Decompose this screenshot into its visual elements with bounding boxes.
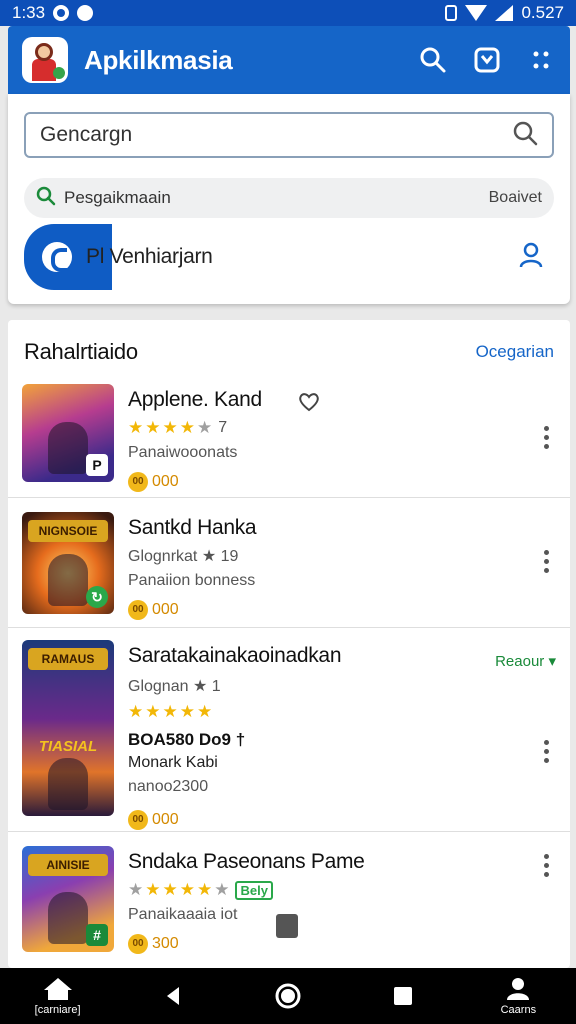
signal-icon	[495, 5, 514, 21]
app-name: Saratakainakaoinadkan	[128, 644, 342, 667]
list-item[interactable]: P Applene. Kand ★★★★★ 7 Panaiwooonats 00…	[8, 384, 570, 498]
star-rating-icon: ★★★★★	[128, 702, 215, 721]
thumbnail-banner: RAMAUS	[28, 648, 108, 670]
nav-home[interactable]: [carniare]	[18, 976, 98, 1016]
search-suggestion[interactable]: Pesgaikmaain Boaivet	[24, 178, 554, 218]
app-subtitle: Panaiion bonness	[128, 572, 256, 589]
app-thumbnail: NIGNSOIE ↻	[22, 512, 114, 614]
favorite-heart-icon[interactable]	[298, 392, 320, 417]
app-name: Applene. Kand	[128, 388, 262, 411]
status-bar: 1:33 0.527	[0, 0, 576, 26]
app-subtitle: nanoo2300	[128, 778, 209, 795]
recents-icon	[394, 987, 413, 1005]
app-logo[interactable]	[22, 37, 68, 83]
app-title: Apkilkmasia	[84, 44, 233, 75]
play-badge-icon: P	[86, 454, 108, 476]
library-icon[interactable]	[472, 45, 502, 75]
coin-icon: 00	[128, 810, 148, 830]
more-options-icon[interactable]	[544, 426, 550, 449]
app-thumbnail: P	[22, 384, 114, 482]
search-icon[interactable]	[418, 45, 448, 75]
search-field[interactable]	[24, 112, 554, 158]
wifi-icon	[465, 5, 488, 21]
more-options-icon[interactable]	[544, 740, 550, 763]
navigation-bar: [carniare] Caarns	[0, 968, 576, 1024]
notification-icon-2	[77, 5, 94, 21]
battery-text: 0.527	[521, 3, 564, 22]
search-card: Pesgaikmaain Boaivet Pl Venhiarjarn	[8, 94, 570, 304]
game-badge-icon: #	[86, 924, 108, 946]
app-price: 00 000	[128, 810, 556, 830]
app-highlight: BOA580 Do9 †	[128, 730, 246, 749]
thumbnail-banner: NIGNSOIE	[28, 520, 108, 542]
nav-recents[interactable]	[363, 985, 443, 1007]
status-time: 1:33	[12, 3, 46, 22]
suggestion-extra: Boaivet	[488, 189, 542, 206]
app-rating: Glognrkat ★ 19	[128, 548, 239, 565]
account-icon	[507, 978, 530, 1000]
home-icon	[43, 978, 72, 1000]
coin-icon: 00	[128, 600, 148, 620]
search-icon	[36, 186, 56, 211]
see-more-link[interactable]: Ocegarian	[476, 342, 554, 362]
suggestion-label: Pesgaikmaain	[64, 188, 171, 207]
app-subtitle: Panaikaaaia iot	[128, 906, 238, 923]
nav-home-button[interactable]	[248, 982, 328, 1010]
person-icon[interactable]	[518, 241, 544, 274]
app-rating: ★★★★★ 7	[128, 418, 228, 437]
star-rating-icon: ★★★★★	[128, 418, 215, 437]
nav-account-label: Caarns	[500, 1004, 537, 1016]
section-title: Rahalrtiaido	[24, 339, 138, 364]
app-list-card: Rahalrtiaido Ocegarian P Applene. Kand ★…	[8, 320, 570, 968]
app-price: 00 000	[128, 472, 556, 492]
nav-back[interactable]	[133, 985, 213, 1007]
app-badge: Bely	[235, 880, 273, 900]
more-icon[interactable]	[526, 45, 556, 75]
app-rating: Glognan ★ 1	[128, 678, 221, 695]
nav-home-label: [carniare]	[34, 1004, 81, 1016]
app-thumbnail: RAMAUS TIASIAL	[22, 640, 114, 816]
more-options-icon[interactable]	[544, 550, 550, 573]
nav-account[interactable]: Caarns	[478, 976, 558, 1016]
app-subtitle: Panaiwooonats	[128, 444, 238, 461]
list-item[interactable]: NIGNSOIE ↻ Santkd Hanka Glognrkat ★ 19 P…	[8, 498, 570, 628]
app-name: Sndaka Paseonans Pame	[128, 850, 365, 873]
app-name: Santkd Hanka	[128, 516, 257, 539]
phone-icon	[42, 242, 72, 272]
promo-label: Pl Venhiarjarn	[86, 245, 213, 268]
back-icon	[166, 987, 179, 1005]
list-item[interactable]: AINISIE # Sndaka Paseonans Pame ★★★★★★ B…	[8, 832, 570, 968]
bookmark-icon[interactable]	[276, 914, 298, 938]
app-rating: ★★★★★★ Bely	[128, 880, 556, 900]
home-circle-icon	[275, 983, 301, 1009]
promo-row[interactable]: Pl Venhiarjarn	[24, 224, 554, 290]
app-price: 00 000	[128, 600, 556, 620]
vibrate-icon	[445, 5, 458, 21]
coin-icon: 00	[128, 472, 148, 492]
search-icon[interactable]	[512, 120, 538, 151]
coin-icon: 00	[128, 934, 148, 954]
list-item[interactable]: RAMAUS TIASIAL Saratakainakaoinadkan Glo…	[8, 628, 570, 832]
app-price: 00 300	[128, 934, 556, 954]
search-input[interactable]	[40, 123, 512, 147]
refresh-badge-icon: ↻	[86, 586, 108, 608]
status-dropdown[interactable]: Reaour ▾	[495, 652, 556, 670]
more-options-icon[interactable]	[544, 854, 550, 877]
app-developer: Monark Kabi	[128, 754, 218, 771]
section-header: Rahalrtiaido Ocegarian	[8, 320, 570, 384]
app-thumbnail: AINISIE #	[22, 846, 114, 952]
thumbnail-banner: AINISIE	[28, 854, 108, 876]
notification-icon	[53, 5, 70, 21]
app-bar: Apkilkmasia	[8, 26, 570, 94]
star-rating-icon: ★★★★★★	[128, 880, 232, 899]
